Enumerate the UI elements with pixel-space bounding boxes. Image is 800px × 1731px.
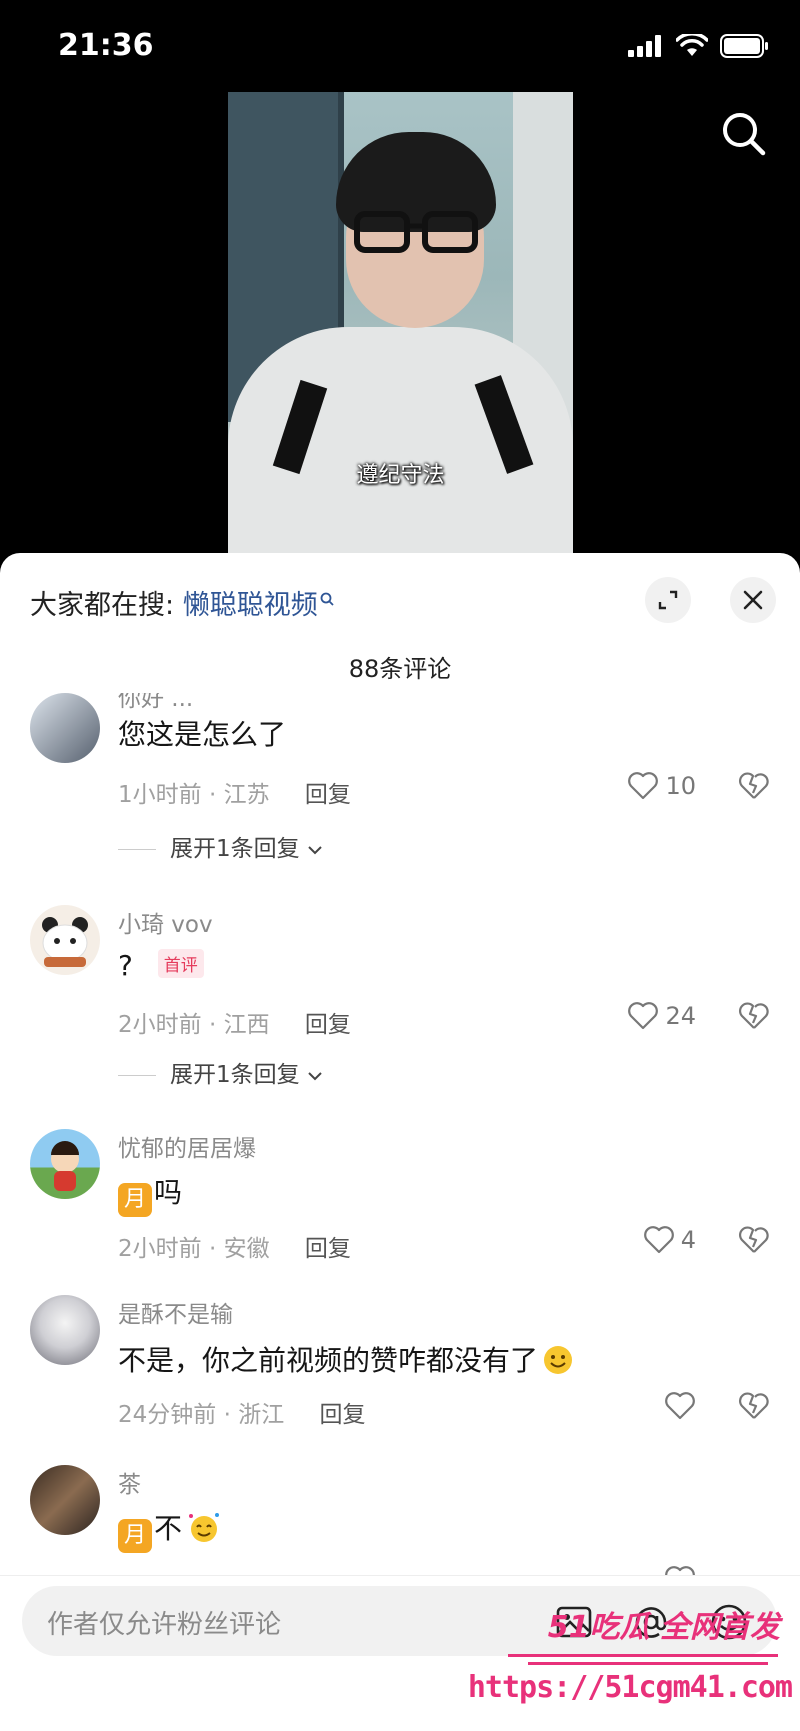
comment-count: 88条评论 bbox=[348, 655, 452, 683]
avatar[interactable] bbox=[30, 1295, 100, 1365]
reply-button[interactable]: 回复 bbox=[305, 1012, 351, 1038]
expand-replies-button[interactable]: 展开1条回复 bbox=[118, 829, 323, 863]
input-placeholder: 作者仅允许粉丝评论 bbox=[47, 1610, 282, 1640]
sheet-header: 大家都在搜: 懒聪聪视频 88条评论 bbox=[0, 553, 800, 693]
avatar[interactable] bbox=[30, 1129, 100, 1199]
dislike-button[interactable] bbox=[738, 1225, 770, 1259]
search-button[interactable] bbox=[720, 110, 768, 158]
search-icon bbox=[723, 113, 766, 156]
status-icons bbox=[628, 34, 770, 58]
comment-author[interactable]: 小琦 vov bbox=[118, 905, 213, 939]
hot-search-keyword[interactable]: 懒聪聪视频 bbox=[183, 590, 318, 621]
comment-time-location: 24分钟前 · 浙江 bbox=[118, 1402, 285, 1428]
comment-text: ? bbox=[118, 949, 133, 982]
broken-heart-icon bbox=[739, 772, 769, 799]
broken-heart-icon bbox=[739, 1002, 769, 1029]
broken-heart-icon bbox=[739, 1392, 769, 1419]
party-emoji-icon bbox=[189, 1513, 220, 1542]
cartoon-avatar-icon bbox=[51, 1141, 79, 1191]
comment-text: 您这是怎么了 bbox=[118, 718, 287, 751]
expand-icon bbox=[658, 590, 678, 610]
comment-text: 不 bbox=[154, 1512, 183, 1545]
first-comment-badge: 首评 bbox=[157, 949, 204, 978]
comment-time-location: 2小时前 · 江西 bbox=[118, 1012, 270, 1038]
like-button[interactable] bbox=[664, 1391, 696, 1421]
avatar[interactable] bbox=[30, 693, 100, 763]
like-button[interactable]: 10 bbox=[627, 771, 696, 801]
comment-meta: 2小时前 · 江西 回复 bbox=[118, 1005, 351, 1039]
comment-author[interactable]: 忧郁的居居爆 bbox=[118, 1129, 256, 1163]
like-count: 24 bbox=[665, 1002, 696, 1030]
comment-time-location: 2小时前 · 安徽 bbox=[118, 1236, 270, 1262]
like-button[interactable]: 24 bbox=[627, 1001, 696, 1031]
expand-replies-button[interactable]: 展开1条回复 bbox=[118, 1055, 323, 1089]
video-player[interactable]: 遵纪守法 bbox=[228, 92, 573, 554]
search-small-icon bbox=[320, 592, 334, 606]
hot-search[interactable]: 大家都在搜: 懒聪聪视频 bbox=[30, 583, 334, 622]
heart-icon bbox=[643, 1226, 674, 1254]
comment-sheet: 大家都在搜: 懒聪聪视频 88条评论 你好 ... 您这是怎么了 1小时前 · … bbox=[0, 553, 800, 1731]
comment-meta: 1小时前 · 江苏 回复 bbox=[118, 775, 351, 809]
like-count: 10 bbox=[665, 772, 696, 800]
reply-button[interactable]: 回复 bbox=[305, 1236, 351, 1262]
comment-meta: 24分钟前 · 浙江 回复 bbox=[118, 1395, 366, 1429]
dislike-button[interactable] bbox=[738, 1391, 770, 1425]
avatar[interactable] bbox=[30, 1465, 100, 1535]
comment-time-location: 1小时前 · 江苏 bbox=[118, 782, 270, 808]
comment-author[interactable]: 你好 ... bbox=[118, 693, 193, 713]
dislike-button[interactable] bbox=[738, 1001, 770, 1035]
chevron-down-icon bbox=[308, 846, 322, 855]
expand-sheet-button[interactable] bbox=[645, 577, 691, 623]
video-caption: 遵纪守法 bbox=[356, 463, 445, 488]
comment-author[interactable]: 是酥不是输 bbox=[118, 1295, 233, 1329]
watermark-title: 51吃瓜 全网首发 bbox=[547, 1610, 780, 1645]
wifi-icon bbox=[676, 34, 708, 56]
dislike-button[interactable] bbox=[738, 771, 770, 805]
watermark: 51吃瓜 全网首发 https://51cgm41.com bbox=[468, 1598, 800, 1728]
broken-heart-icon bbox=[739, 1226, 769, 1253]
comment-text-row: 月不 bbox=[118, 1507, 222, 1553]
heart-icon bbox=[665, 1392, 695, 1420]
comment-text: 不是，你之前视频的赞咋都没有了 bbox=[118, 1344, 539, 1377]
comment-text-row: 月吗 bbox=[118, 1171, 182, 1217]
chevron-down-icon bbox=[308, 1072, 322, 1081]
reply-button[interactable]: 回复 bbox=[305, 782, 351, 808]
watermark-url: https://51cgm41.com bbox=[467, 1670, 793, 1705]
comment-meta: 2小时前 · 安徽 回复 bbox=[118, 1229, 351, 1263]
heart-icon bbox=[628, 772, 659, 800]
reply-button[interactable]: 回复 bbox=[320, 1402, 366, 1428]
battery-icon bbox=[720, 34, 768, 58]
panda-avatar-icon bbox=[42, 917, 88, 967]
comment-text: 吗 bbox=[154, 1176, 183, 1209]
comment-text-row: ? 首评 bbox=[118, 949, 204, 982]
heart-icon bbox=[628, 1002, 659, 1030]
close-sheet-button[interactable] bbox=[730, 577, 776, 623]
avatar[interactable] bbox=[30, 905, 100, 975]
signal-icon bbox=[628, 35, 661, 57]
smile-emoji-icon bbox=[544, 1346, 573, 1374]
comment-author[interactable]: 茶 bbox=[118, 1465, 141, 1499]
like-count: 4 bbox=[680, 1226, 696, 1254]
moon-emoji: 月 bbox=[118, 1183, 152, 1217]
comment-text-row: 不是，你之前视频的赞咋都没有了 bbox=[118, 1339, 574, 1379]
hot-search-prefix: 大家都在搜: bbox=[30, 590, 175, 621]
close-icon bbox=[743, 590, 763, 610]
status-bar: 21:36 bbox=[0, 0, 800, 92]
glasses bbox=[354, 211, 478, 253]
like-button[interactable]: 4 bbox=[643, 1225, 696, 1255]
moon-emoji: 月 bbox=[118, 1519, 152, 1553]
status-time: 21:36 bbox=[58, 28, 154, 63]
comment-list[interactable]: 你好 ... 您这是怎么了 1小时前 · 江苏 回复 10 展开1条回复 小琦 … bbox=[0, 693, 800, 1589]
